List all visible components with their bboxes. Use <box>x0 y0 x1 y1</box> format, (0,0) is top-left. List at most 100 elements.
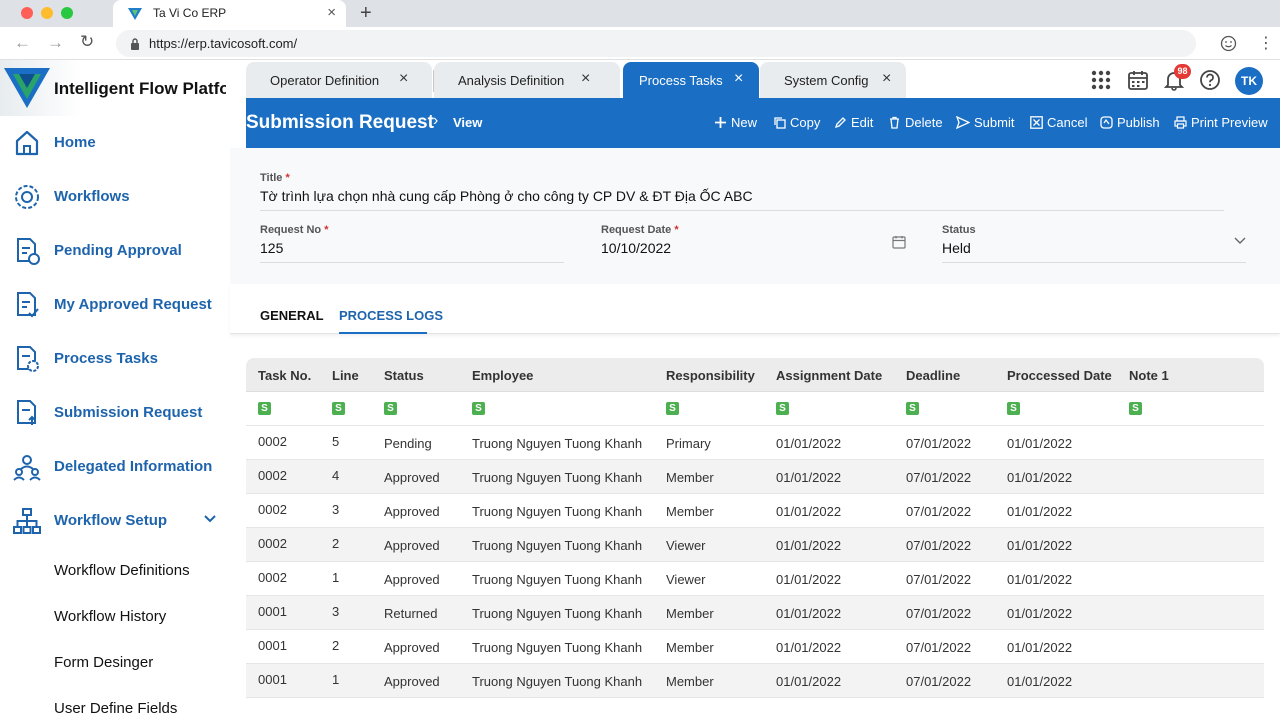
close-tab-icon[interactable]: × <box>327 4 336 21</box>
title-field[interactable]: Tờ trình lựa chọn nhà cung cấp Phòng ở c… <box>260 188 753 204</box>
sidebar-item-my-approved-request[interactable]: My Approved Request <box>0 284 230 324</box>
browser-menu-icon[interactable]: ⋮ <box>1258 33 1274 53</box>
sidebar-item-workflows[interactable]: Workflows <box>0 176 230 216</box>
table-row[interactable]: 0001 2 Approved Truong Nguyen Tuong Khanh Me… <box>246 630 1264 664</box>
column-header-employee[interactable]: Employee <box>472 368 533 383</box>
sidebar-item-home[interactable]: Home <box>0 122 230 162</box>
forward-icon[interactable]: → <box>47 33 64 53</box>
status-select[interactable]: Held <box>942 240 971 256</box>
column-header-note-1[interactable]: Note 1 <box>1129 368 1169 383</box>
sidebar-subitem-workflow-definitions[interactable]: Workflow Definitions <box>54 562 190 579</box>
chevron-down-icon[interactable] <box>1234 237 1246 245</box>
cell-deadline: 07/01/2022 <box>906 470 972 485</box>
close-tab-icon[interactable]: × <box>581 70 590 88</box>
tab-process-tasks[interactable]: Process Tasks × <box>623 62 759 98</box>
cell-assignment-date: 01/01/2022 <box>776 572 842 587</box>
cell-employee: Truong Nguyen Tuong Khanh <box>472 538 643 553</box>
browser-tab[interactable]: Ta Vi Co ERP × <box>113 0 346 27</box>
avatar[interactable]: TK <box>1235 67 1263 95</box>
maximize-window-button[interactable] <box>61 7 73 19</box>
cell-responsibility: Member <box>666 470 714 485</box>
new-tab-icon[interactable]: + <box>360 2 372 25</box>
cell-line: 3 <box>332 604 340 619</box>
tab-process-logs[interactable]: PROCESS LOGS <box>339 308 443 323</box>
cell-employee: Truong Nguyen Tuong Khanh <box>472 606 643 621</box>
request-no-field[interactable]: 125 <box>260 240 283 256</box>
column-header-assignment-date[interactable]: Assignment Date <box>776 368 882 383</box>
cell-employee: Truong Nguyen Tuong Khanh <box>472 674 643 689</box>
filter-button-task-no[interactable]: S <box>258 402 271 415</box>
calendar-picker-icon[interactable] <box>892 235 906 249</box>
brand-name: Intelligent Flow Platform <box>54 79 226 98</box>
close-tab-icon[interactable]: × <box>882 70 891 88</box>
brand-logo-icon <box>4 68 50 108</box>
cell-responsibility: Member <box>666 606 714 621</box>
table-row[interactable]: 0002 3 Approved Truong Nguyen Tuong Khanh Me… <box>246 494 1264 528</box>
table-row[interactable]: 0001 3 Returned Truong Nguyen Tuong Khanh Me… <box>246 596 1264 630</box>
sidebar-item-delegated-information[interactable]: Delegated Information <box>0 446 230 486</box>
calendar-icon[interactable] <box>1127 69 1149 91</box>
submit-button[interactable]: Submit <box>956 115 1014 130</box>
column-header-status[interactable]: Status <box>384 368 424 383</box>
sidebar-item-label: Submission Request <box>54 404 203 421</box>
sidebar-subitem-form-designer[interactable]: Form Desinger <box>54 654 153 671</box>
url-field[interactable]: https://erp.tavicosoft.com/ <box>116 30 1196 57</box>
filter-button-employee[interactable]: S <box>472 402 485 415</box>
close-window-button[interactable] <box>21 7 33 19</box>
filter-button-note-1[interactable]: S <box>1129 402 1142 415</box>
chevron-down-icon[interactable] <box>203 514 217 524</box>
back-icon[interactable]: ← <box>14 33 31 53</box>
close-tab-icon[interactable]: × <box>734 70 743 88</box>
table-row[interactable]: 0002 2 Approved Truong Nguyen Tuong Khanh Vi… <box>246 528 1264 562</box>
profile-face-icon[interactable] <box>1220 35 1237 52</box>
column-header-line[interactable]: Line <box>332 368 359 383</box>
filter-button-deadline[interactable]: S <box>906 402 919 415</box>
sidebar-item-pending-approval[interactable]: Pending Approval <box>0 230 230 270</box>
minimize-window-button[interactable] <box>41 7 53 19</box>
table-row[interactable]: 0002 1 Approved Truong Nguyen Tuong Khanh Vi… <box>246 562 1264 596</box>
cell-line: 3 <box>332 502 340 517</box>
filter-button-status[interactable]: S <box>384 402 397 415</box>
cell-deadline: 07/01/2022 <box>906 640 972 655</box>
sidebar-item-process-tasks[interactable]: Process Tasks <box>0 338 230 378</box>
cell-processed-date: 01/01/2022 <box>1007 606 1073 621</box>
column-header-deadline[interactable]: Deadline <box>906 368 960 383</box>
column-header-task-no[interactable]: Task No. <box>258 368 311 383</box>
column-header-processed-date[interactable]: Proccessed Date <box>1007 368 1112 383</box>
table-row[interactable]: 0002 5 Pending Truong Nguyen Tuong Khanh Pri… <box>246 426 1264 460</box>
title-underline <box>260 210 1224 211</box>
edit-button[interactable]: Edit <box>834 115 873 130</box>
hierarchy-icon <box>13 508 41 534</box>
submit-doc-icon <box>17 400 36 425</box>
filter-button-responsibility[interactable]: S <box>666 402 679 415</box>
publish-button[interactable]: Publish <box>1100 115 1160 130</box>
filter-button-processed-date[interactable]: S <box>1007 402 1020 415</box>
filter-button-assignment-date[interactable]: S <box>776 402 789 415</box>
cell-deadline: 07/01/2022 <box>906 436 972 451</box>
sidebar-item-submission-request[interactable]: Submission Request <box>0 392 230 432</box>
cancel-button[interactable]: Cancel <box>1030 115 1087 130</box>
section-tabs: GENERAL PROCESS LOGS <box>230 284 1280 334</box>
delete-button[interactable]: Delete <box>888 115 943 130</box>
tab-general[interactable]: GENERAL <box>260 308 324 323</box>
reload-icon[interactable]: ↻ <box>80 32 94 52</box>
cell-status: Pending <box>384 436 432 451</box>
sidebar-subitem-user-define-fields[interactable]: User Define Fields <box>54 700 177 717</box>
table-row[interactable]: 0001 1 Approved Truong Nguyen Tuong Khanh Me… <box>246 664 1264 698</box>
copy-button[interactable]: Copy <box>773 115 820 130</box>
filter-button-line[interactable]: S <box>332 402 345 415</box>
help-icon[interactable] <box>1199 69 1221 91</box>
cell-employee: Truong Nguyen Tuong Khanh <box>472 436 643 451</box>
column-header-responsibility[interactable]: Responsibility <box>666 368 755 383</box>
tab-operator-definition[interactable]: Operator Definition × <box>246 62 432 98</box>
apps-grid-icon[interactable] <box>1091 70 1111 90</box>
print-preview-button[interactable]: Print Preview <box>1174 115 1268 130</box>
sidebar-item-workflow-setup[interactable]: Workflow Setup <box>0 500 230 540</box>
request-date-field[interactable]: 10/10/2022 <box>601 240 671 256</box>
close-tab-icon[interactable]: × <box>399 70 408 88</box>
tab-system-config[interactable]: System Config × <box>760 62 906 98</box>
new-button[interactable]: New <box>714 115 757 130</box>
tab-analysis-definition[interactable]: Analysis Definition × <box>434 62 620 98</box>
table-row[interactable]: 0002 4 Approved Truong Nguyen Tuong Khanh Me… <box>246 460 1264 494</box>
sidebar-subitem-workflow-history[interactable]: Workflow History <box>54 608 166 625</box>
